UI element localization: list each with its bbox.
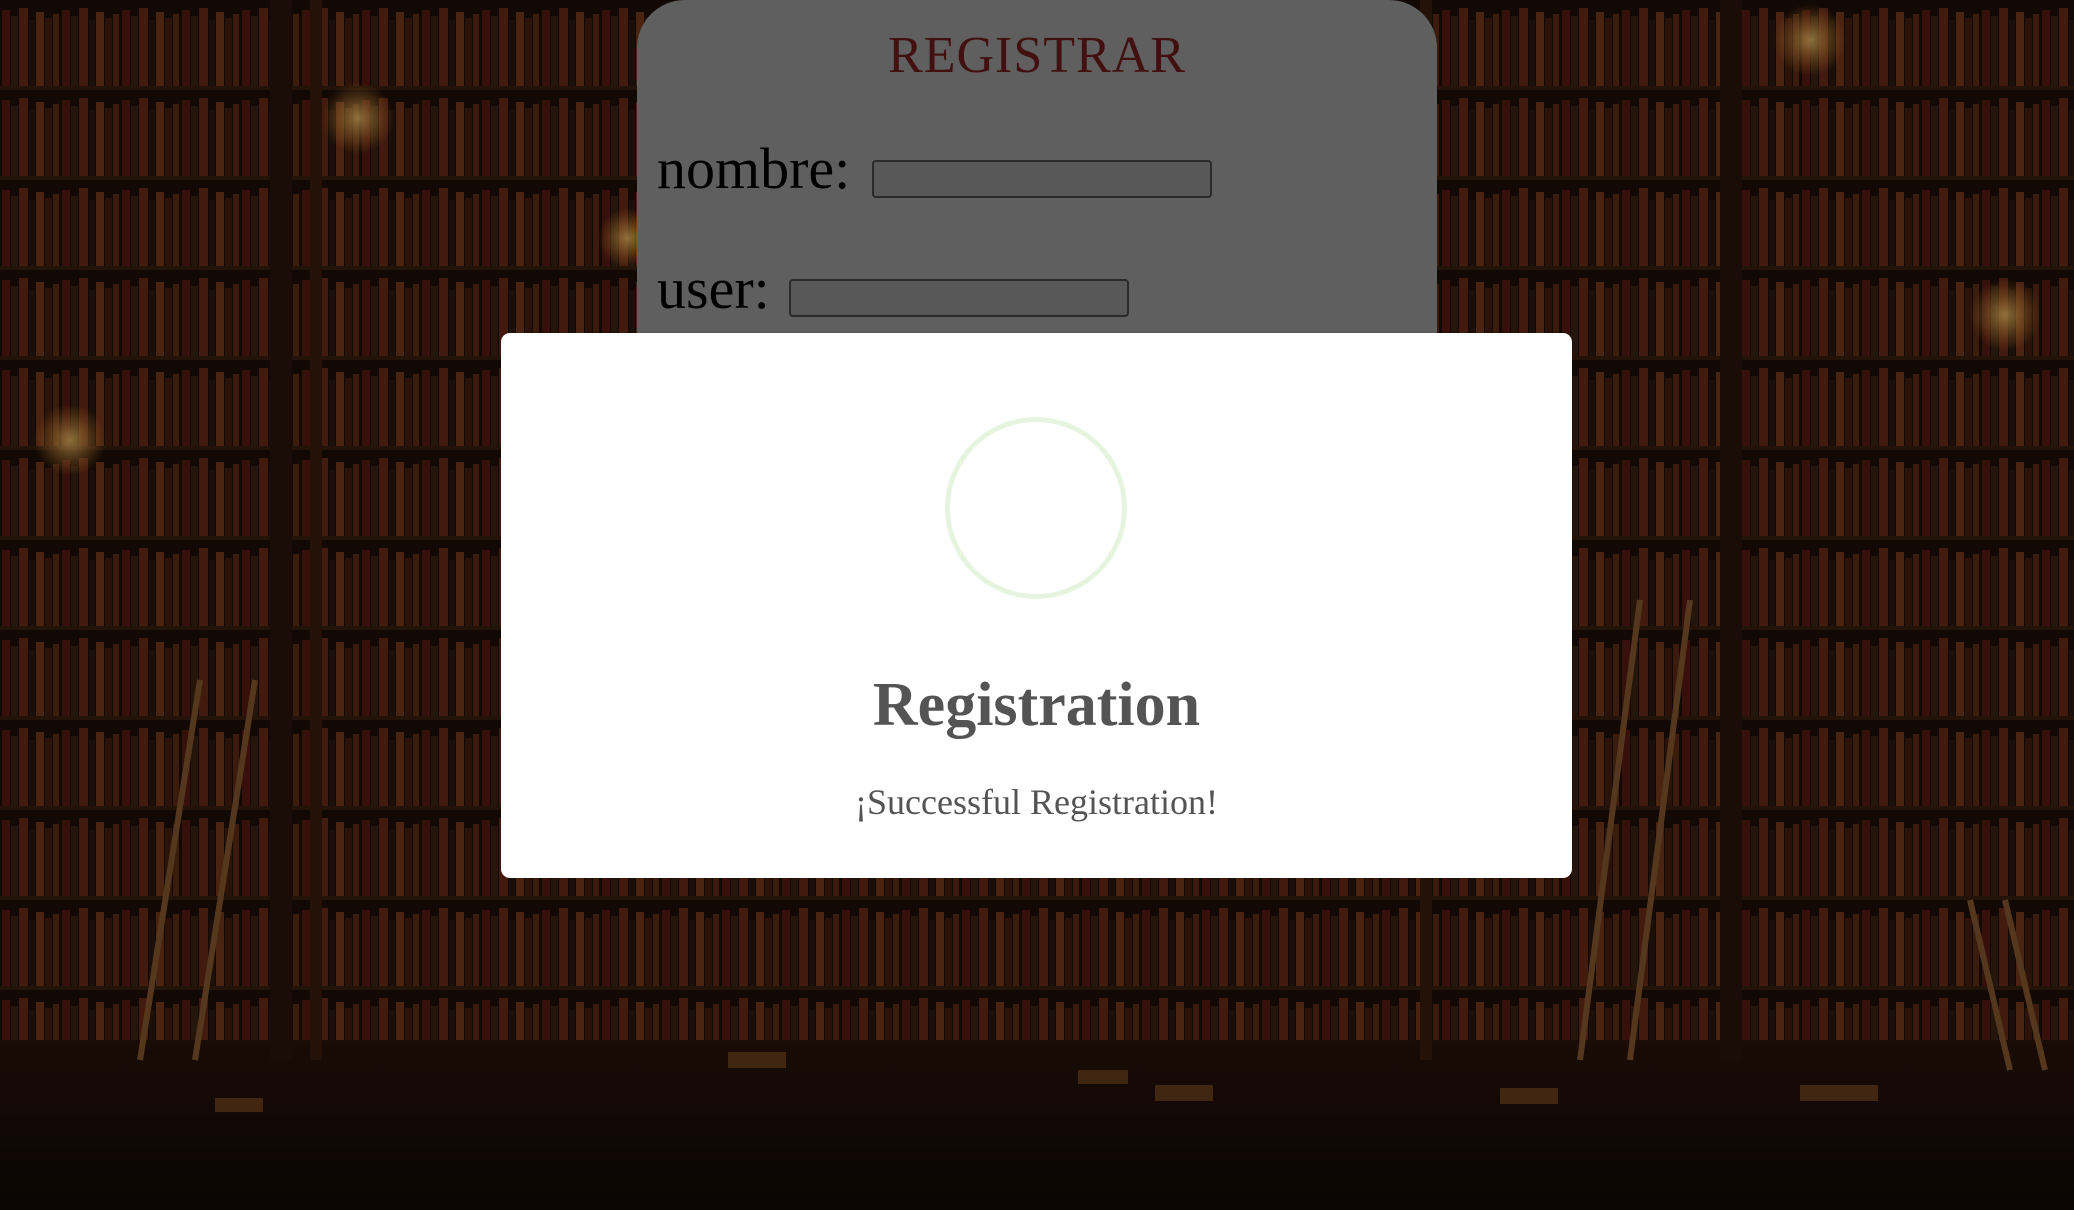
registration-success-dialog: Registration ¡Successful Registration! xyxy=(501,333,1572,878)
dialog-message: ¡Successful Registration! xyxy=(855,782,1218,822)
dialog-title: Registration xyxy=(872,671,1201,739)
success-circle-icon xyxy=(945,417,1127,599)
page: REGISTRAR nombre: user: Registration ¡Su… xyxy=(0,0,2074,1210)
